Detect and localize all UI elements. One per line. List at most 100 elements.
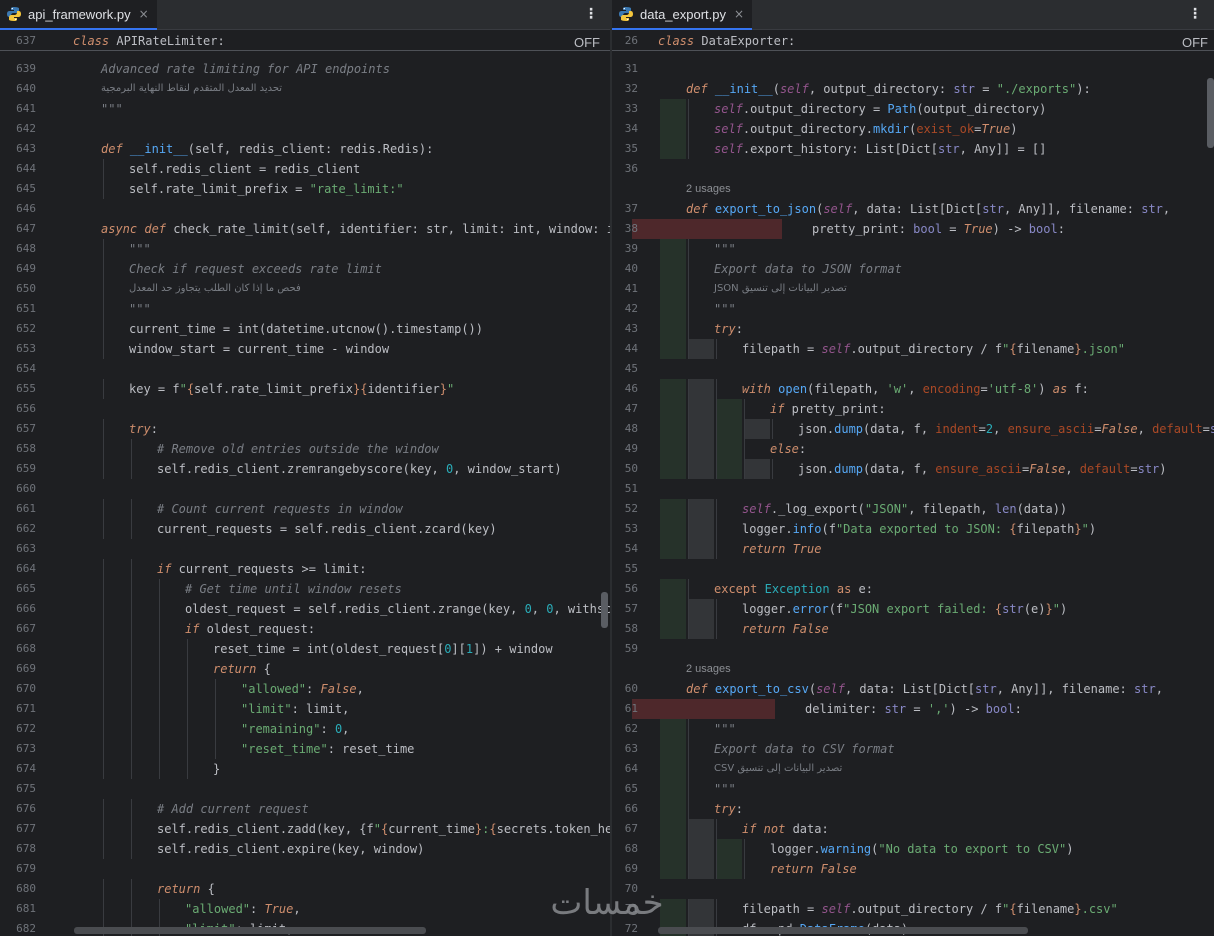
code-line[interactable]: 36	[612, 159, 1214, 179]
code-line[interactable]: 37 def export_to_json(self, data: List[Di…	[612, 199, 1214, 219]
line-number[interactable]: 34	[612, 119, 638, 139]
code-line[interactable]: 61 delimiter: str = ',') -> bool:	[612, 699, 1214, 719]
line-number[interactable]: 669	[0, 659, 36, 679]
code-line[interactable]: 71 filepath = self.output_directory / f"{…	[612, 899, 1214, 919]
code-line[interactable]: 52 self._log_export("JSON", filepath, len…	[612, 499, 1214, 519]
line-number[interactable]: 673	[0, 739, 36, 759]
code-line[interactable]: 67 if not data:	[612, 819, 1214, 839]
code-line[interactable]: 64 تصدير البيانات إلى تنسيق CSV	[612, 759, 1214, 779]
code-line[interactable]: 69 return False	[612, 859, 1214, 879]
code-line[interactable]: 666 oldest_request = self.redis_client.zr…	[0, 599, 610, 619]
code-line[interactable]: 680 return {	[0, 879, 610, 899]
line-number[interactable]: 649	[0, 259, 36, 279]
code-line[interactable]: 667 if oldest_request:	[0, 619, 610, 639]
code-line[interactable]: 46 with open(filepath, 'w', encoding='utf…	[612, 379, 1214, 399]
line-number[interactable]: 658	[0, 439, 36, 459]
code-line[interactable]: 660	[0, 479, 610, 499]
line-number[interactable]: 68	[612, 839, 638, 859]
line-number[interactable]: 641	[0, 99, 36, 119]
code-line[interactable]: 644 self.redis_client = redis_client	[0, 159, 610, 179]
code-line[interactable]: 47 if pretty_print:	[612, 399, 1214, 419]
code-line[interactable]: 59	[612, 639, 1214, 659]
code-line[interactable]: 2 usages	[612, 179, 1214, 199]
line-number[interactable]: 67	[612, 819, 638, 839]
line-number[interactable]: 671	[0, 699, 36, 719]
tab-data-export[interactable]: data_export.py ×	[612, 0, 753, 30]
code-line[interactable]: 54 return True	[612, 539, 1214, 559]
code-line[interactable]: 668 reset_time = int(oldest_request[0][1]…	[0, 639, 610, 659]
off-toggle[interactable]: OFF	[1182, 35, 1208, 50]
line-number[interactable]: 657	[0, 419, 36, 439]
line-number[interactable]: 676	[0, 799, 36, 819]
off-toggle[interactable]: OFF	[574, 35, 600, 50]
line-number[interactable]: 56	[612, 579, 638, 599]
code-line[interactable]: 647 async def check_rate_limit(self, iden…	[0, 219, 610, 239]
code-editor[interactable]: 31 32 def __init__(self, output_directory:…	[612, 59, 1214, 936]
line-number[interactable]: 51	[612, 479, 638, 499]
line-number[interactable]: 64	[612, 759, 638, 779]
code-line[interactable]: 670 "allowed": False,	[0, 679, 610, 699]
code-line[interactable]: 676 # Add current request	[0, 799, 610, 819]
code-line[interactable]: 56 except Exception as e:	[612, 579, 1214, 599]
code-line[interactable]: 642	[0, 119, 610, 139]
usages-hint[interactable]: 2 usages	[686, 659, 731, 679]
line-number[interactable]: 650	[0, 279, 36, 299]
code-line[interactable]: 653 window_start = current_time - window	[0, 339, 610, 359]
line-number[interactable]: 50	[612, 459, 638, 479]
line-number[interactable]: 659	[0, 459, 36, 479]
line-number[interactable]: 62	[612, 719, 638, 739]
line-number[interactable]: 639	[0, 59, 36, 79]
code-line[interactable]: 32 def __init__(self, output_directory: s…	[612, 79, 1214, 99]
line-number[interactable]: 48	[612, 419, 638, 439]
line-number[interactable]: 661	[0, 499, 36, 519]
code-line[interactable]: 45	[612, 359, 1214, 379]
code-line[interactable]: 673 "reset_time": reset_time	[0, 739, 610, 759]
code-line[interactable]: 48 json.dump(data, f, indent=2, ensure_as…	[612, 419, 1214, 439]
vertical-scrollbar-thumb[interactable]	[601, 592, 608, 628]
line-number[interactable]: 52	[612, 499, 638, 519]
line-number[interactable]: 652	[0, 319, 36, 339]
sticky-scroll-header[interactable]: 637 class APIRateLimiter:	[0, 31, 610, 51]
code-line[interactable]: 665 # Get time until window resets	[0, 579, 610, 599]
line-number[interactable]: 61	[612, 699, 638, 719]
code-line[interactable]: 65 """	[612, 779, 1214, 799]
code-line[interactable]: 662 current_requests = self.redis_client.…	[0, 519, 610, 539]
code-line[interactable]: 658 # Remove old entries outside the wind…	[0, 439, 610, 459]
code-line[interactable]: 55	[612, 559, 1214, 579]
horizontal-scrollbar[interactable]	[658, 927, 1028, 934]
line-number[interactable]: 679	[0, 859, 36, 879]
code-line[interactable]: 679	[0, 859, 610, 879]
line-number[interactable]: 42	[612, 299, 638, 319]
line-number[interactable]: 654	[0, 359, 36, 379]
code-line[interactable]: 656	[0, 399, 610, 419]
line-number[interactable]: 681	[0, 899, 36, 919]
line-number[interactable]: 675	[0, 779, 36, 799]
code-line[interactable]: 42 """	[612, 299, 1214, 319]
code-line[interactable]: 43 try:	[612, 319, 1214, 339]
line-number[interactable]: 682	[0, 919, 36, 936]
line-number[interactable]: 662	[0, 519, 36, 539]
line-number[interactable]: 666	[0, 599, 36, 619]
line-number[interactable]: 69	[612, 859, 638, 879]
code-editor[interactable]: 639 Advanced rate limiting for API endpoi…	[0, 59, 610, 936]
code-line[interactable]: 41 تصدير البيانات إلى تنسيق JSON	[612, 279, 1214, 299]
line-number[interactable]: 640	[0, 79, 36, 99]
code-line[interactable]: 671 "limit": limit,	[0, 699, 610, 719]
line-number[interactable]: 44	[612, 339, 638, 359]
code-line[interactable]: 62 """	[612, 719, 1214, 739]
code-line[interactable]: 654	[0, 359, 610, 379]
code-line[interactable]: 678 self.redis_client.expire(key, window)	[0, 839, 610, 859]
line-number[interactable]: 66	[612, 799, 638, 819]
line-number[interactable]: 55	[612, 559, 638, 579]
line-number[interactable]: 47	[612, 399, 638, 419]
line-number[interactable]: 665	[0, 579, 36, 599]
line-number[interactable]: 646	[0, 199, 36, 219]
code-line[interactable]: 651 """	[0, 299, 610, 319]
line-number[interactable]: 33	[612, 99, 638, 119]
code-line[interactable]: 649 Check if request exceeds rate limit	[0, 259, 610, 279]
horizontal-scrollbar[interactable]	[74, 927, 426, 934]
code-line[interactable]: 681 "allowed": True,	[0, 899, 610, 919]
line-number[interactable]: 660	[0, 479, 36, 499]
line-number[interactable]: 672	[0, 719, 36, 739]
line-number[interactable]: 43	[612, 319, 638, 339]
